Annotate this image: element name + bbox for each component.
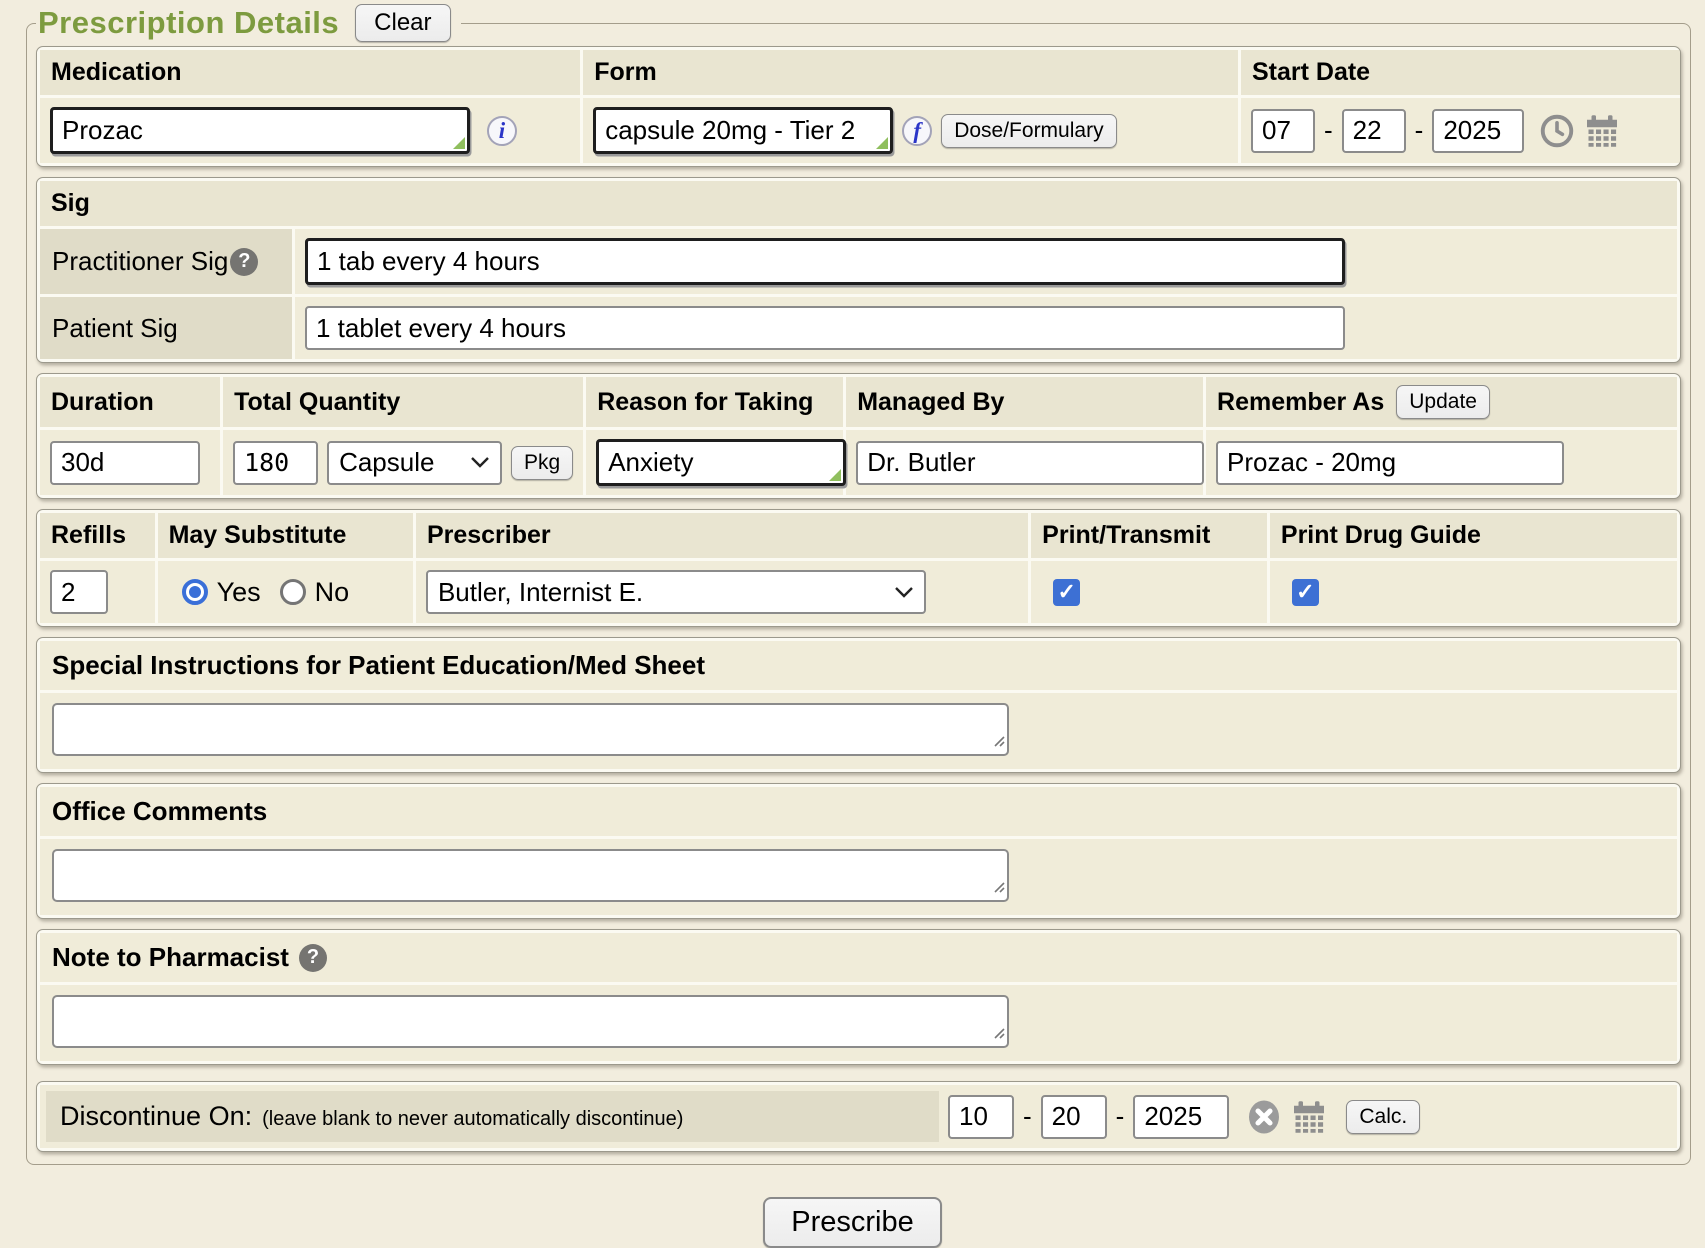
resize-handle-icon[interactable] bbox=[991, 1025, 1005, 1044]
form-header: Form bbox=[583, 50, 1238, 95]
start-date-calendar-icon[interactable] bbox=[1584, 113, 1620, 149]
duration-input[interactable] bbox=[50, 441, 200, 485]
prescription-details-fieldset: Prescription Details Clear Medication Fo… bbox=[26, 4, 1691, 1165]
may-substitute-header: May Substitute bbox=[158, 513, 413, 558]
refills-panel: Refills May Substitute Prescriber Print/… bbox=[36, 509, 1681, 627]
medication-input[interactable] bbox=[50, 107, 470, 154]
form-autocomplete bbox=[593, 107, 893, 154]
page-title: Prescription Details bbox=[38, 5, 339, 41]
discontinue-panel: Discontinue On: (leave blank to never au… bbox=[36, 1081, 1681, 1152]
pkg-button[interactable]: Pkg bbox=[511, 446, 573, 480]
start-month-input[interactable] bbox=[1251, 109, 1315, 153]
note-to-pharmacist-help-icon[interactable]: ? bbox=[299, 944, 327, 972]
chevron-down-icon bbox=[894, 586, 914, 599]
substitute-yes-label[interactable]: Yes bbox=[217, 577, 261, 608]
discontinue-label: Discontinue On: (leave blank to never au… bbox=[46, 1091, 939, 1142]
patient-sig-input[interactable] bbox=[305, 306, 1345, 350]
substitute-yes-radio[interactable] bbox=[182, 579, 208, 605]
discontinue-year-input[interactable] bbox=[1133, 1095, 1229, 1139]
fieldset-legend: Prescription Details Clear bbox=[36, 4, 461, 42]
print-transmit-header: Print/Transmit bbox=[1031, 513, 1267, 558]
discontinue-calendar-icon[interactable] bbox=[1291, 1099, 1327, 1135]
prescriber-header: Prescriber bbox=[416, 513, 1028, 558]
note-to-pharmacist-textarea[interactable] bbox=[52, 995, 1009, 1048]
form-input[interactable] bbox=[593, 107, 893, 154]
medication-autocomplete bbox=[50, 107, 470, 154]
medication-header: Medication bbox=[40, 50, 580, 95]
total-quantity-input[interactable] bbox=[233, 441, 318, 485]
duration-panel: Duration Total Quantity Reason for Takin… bbox=[36, 373, 1681, 499]
discontinue-day-input[interactable] bbox=[1041, 1095, 1107, 1139]
managed-by-header: Managed By bbox=[846, 377, 1203, 427]
discontinue-month-input[interactable] bbox=[948, 1095, 1014, 1139]
chevron-down-icon bbox=[470, 456, 490, 469]
patient-sig-label: Patient Sig bbox=[40, 297, 292, 359]
start-day-input[interactable] bbox=[1342, 109, 1406, 153]
quantity-unit-select[interactable]: Capsule bbox=[327, 441, 502, 485]
sig-header: Sig bbox=[40, 181, 1677, 226]
dose-formulary-button[interactable]: Dose/Formulary bbox=[941, 114, 1116, 148]
duration-header: Duration bbox=[40, 377, 220, 427]
date-separator: - bbox=[1023, 1101, 1032, 1132]
total-quantity-header: Total Quantity bbox=[223, 377, 583, 427]
special-instructions-textarea[interactable] bbox=[52, 703, 1009, 756]
refills-header: Refills bbox=[40, 513, 155, 558]
office-comments-panel: Office Comments bbox=[36, 783, 1681, 919]
date-separator: - bbox=[1324, 115, 1333, 146]
update-button[interactable]: Update bbox=[1396, 385, 1490, 419]
managed-by-input[interactable] bbox=[856, 441, 1204, 485]
clear-button[interactable]: Clear bbox=[355, 4, 450, 42]
medication-panel: Medication Form Start Date i f Dose/Form… bbox=[36, 46, 1681, 167]
sig-panel: Sig Practitioner Sig ? Patient Sig bbox=[36, 177, 1681, 363]
prescribe-button[interactable]: Prescribe bbox=[763, 1197, 942, 1248]
remember-as-header: Remember As Update bbox=[1206, 377, 1677, 427]
date-separator: - bbox=[1116, 1101, 1125, 1132]
reason-autocomplete bbox=[596, 439, 846, 486]
reason-header: Reason for Taking bbox=[586, 377, 843, 427]
office-comments-header: Office Comments bbox=[40, 787, 1677, 836]
formulary-icon[interactable]: f bbox=[902, 116, 932, 146]
clear-date-icon[interactable] bbox=[1246, 1098, 1282, 1136]
start-date-header: Start Date bbox=[1241, 50, 1681, 95]
note-to-pharmacist-panel: Note to Pharmacist ? bbox=[36, 929, 1681, 1065]
resize-handle-icon[interactable] bbox=[991, 733, 1005, 752]
practitioner-sig-label: Practitioner Sig ? bbox=[40, 229, 292, 294]
special-instructions-header: Special Instructions for Patient Educati… bbox=[40, 641, 1677, 690]
remember-as-input[interactable] bbox=[1216, 441, 1564, 485]
special-instructions-panel: Special Instructions for Patient Educati… bbox=[36, 637, 1681, 773]
practitioner-sig-input[interactable] bbox=[305, 238, 1345, 285]
print-drug-guide-header: Print Drug Guide bbox=[1270, 513, 1677, 558]
drug-info-icon[interactable]: i bbox=[487, 116, 517, 146]
substitute-no-radio[interactable] bbox=[280, 579, 306, 605]
start-year-input[interactable] bbox=[1432, 109, 1524, 153]
practitioner-sig-help-icon[interactable]: ? bbox=[230, 248, 258, 276]
prescriber-select[interactable]: Butler, Internist E. bbox=[426, 570, 926, 614]
refills-input[interactable] bbox=[50, 570, 108, 614]
office-comments-textarea[interactable] bbox=[52, 849, 1009, 902]
resize-handle-icon[interactable] bbox=[991, 879, 1005, 898]
substitute-no-label[interactable]: No bbox=[315, 577, 350, 608]
clock-icon[interactable] bbox=[1539, 113, 1575, 149]
date-separator: - bbox=[1415, 115, 1424, 146]
print-transmit-checkbox[interactable]: ✓ bbox=[1053, 579, 1080, 606]
note-to-pharmacist-header: Note to Pharmacist ? bbox=[40, 933, 1677, 982]
reason-input[interactable] bbox=[596, 439, 846, 486]
calc-button[interactable]: Calc. bbox=[1346, 1100, 1420, 1134]
print-drug-guide-checkbox[interactable]: ✓ bbox=[1292, 579, 1319, 606]
